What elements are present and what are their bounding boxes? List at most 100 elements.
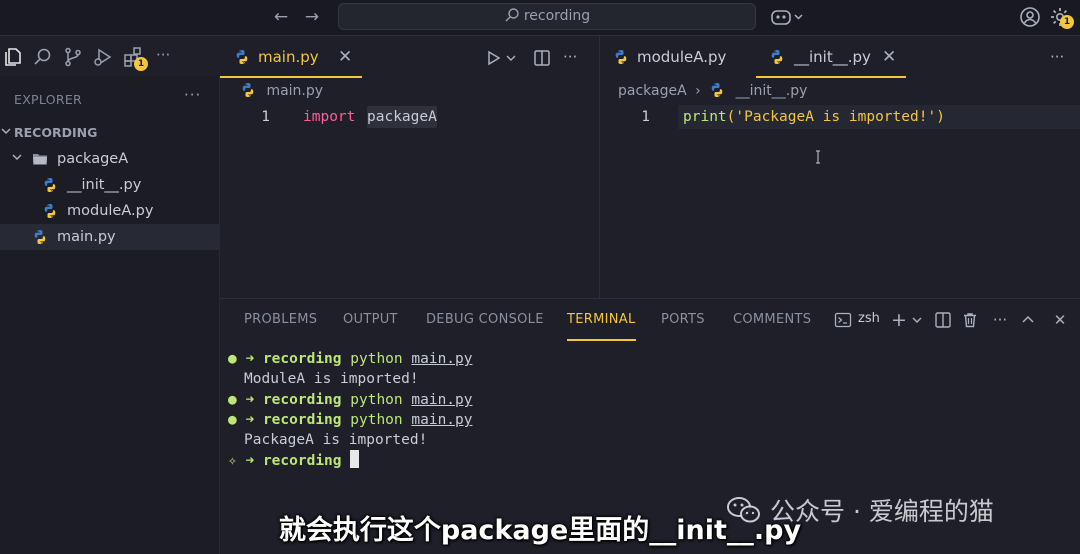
tab-modulea-py[interactable]: moduleA.py	[600, 36, 750, 78]
command-arg[interactable]: main.py	[411, 351, 472, 367]
breadcrumb-file[interactable]: main.py	[266, 83, 323, 99]
tab-comments[interactable]: COMMENTS	[733, 299, 811, 341]
back-arrow-icon[interactable]: ←	[270, 7, 292, 27]
close-icon[interactable]: ✕	[338, 36, 352, 78]
tab-terminal[interactable]: TERMINAL	[567, 299, 636, 341]
title-bar: ← → recording 1	[0, 0, 1080, 36]
chevron-down-icon	[1, 120, 11, 146]
activity-bar: 1 ···	[0, 36, 220, 76]
close-panel-icon[interactable]: ✕	[1051, 311, 1069, 329]
tree-label: main.py	[57, 229, 116, 245]
prompt-arrow-icon: ➜	[245, 351, 255, 367]
maximize-panel-chevron-up-icon[interactable]	[1019, 311, 1037, 329]
split-terminal-icon[interactable]	[934, 311, 952, 329]
command: python	[350, 412, 403, 428]
command-arg[interactable]: main.py	[411, 412, 472, 428]
command: python	[350, 351, 403, 367]
terminal-cursor	[350, 450, 360, 468]
prompt-dir: recording	[262, 453, 342, 469]
run-debug-icon[interactable]	[92, 46, 114, 68]
line-number: 1	[641, 109, 650, 125]
tab-init-py[interactable]: __init__.py ✕	[756, 36, 906, 78]
breadcrumb: packageA › __init__.py	[618, 82, 807, 102]
editor-tabbar: moduleA.py __init__.py ✕ ···	[600, 36, 1080, 78]
terminal-line: ● ➜ recording python main.py	[228, 349, 472, 369]
new-terminal-plus-icon[interactable]: +	[890, 311, 908, 330]
code-keyword: import	[303, 109, 356, 125]
code-identifier: packageA	[367, 106, 437, 128]
tree-file-main[interactable]: main.py	[0, 224, 219, 250]
success-dot-icon: ●	[228, 351, 237, 367]
command-center-search[interactable]: recording	[338, 3, 756, 30]
prompt-arrow-icon: ➜	[245, 412, 255, 428]
explorer-files-icon[interactable]	[2, 46, 24, 68]
python-file-icon	[42, 177, 58, 193]
python-file-icon	[709, 82, 725, 98]
python-file-icon	[42, 203, 58, 219]
terminal-output: PackageA is imported!	[244, 432, 428, 448]
breadcrumb-separator-icon: ›	[695, 83, 701, 99]
explorer-more-icon[interactable]: ···	[184, 86, 201, 104]
run-file-icon[interactable]	[485, 49, 503, 67]
python-file-icon	[613, 49, 629, 65]
source-control-icon[interactable]	[62, 46, 84, 68]
success-dot-icon: ●	[228, 412, 237, 428]
prompt-arrow-icon: ➜	[245, 453, 255, 469]
python-file-icon	[769, 49, 785, 65]
python-file-icon	[234, 49, 250, 65]
code-paren-close: )	[936, 109, 945, 125]
editor-group-right: moduleA.py __init__.py ✕ ··· packageA › …	[600, 36, 1080, 298]
line-number: 1	[261, 109, 270, 125]
workspace-root[interactable]: RECORDING	[0, 120, 219, 146]
tree-folder-packagea[interactable]: packageA	[0, 146, 219, 172]
more-actions-icon[interactable]: ···	[991, 311, 1009, 329]
close-icon[interactable]: ✕	[882, 36, 896, 78]
search-sidebar-icon[interactable]	[32, 46, 54, 68]
split-editor-icon[interactable]	[533, 49, 551, 67]
tab-debug-console[interactable]: DEBUG CONSOLE	[426, 299, 544, 341]
breadcrumb: main.py	[240, 82, 323, 102]
trash-icon[interactable]	[961, 311, 979, 329]
search-text: recording	[523, 8, 591, 24]
copilot-menu[interactable]	[770, 7, 810, 27]
code-function: print	[683, 109, 727, 125]
extensions-badge: 1	[134, 57, 148, 71]
prompt-dir: recording	[262, 412, 342, 428]
video-subtitle: 就会执行这个package里面的__init__.py	[278, 515, 802, 546]
explorer-title: EXPLORER	[14, 92, 83, 107]
prompt-dir: recording	[262, 351, 342, 367]
settings-badge: 1	[1060, 15, 1074, 29]
more-actions-icon[interactable]: ···	[1050, 49, 1068, 67]
sparkle-icon: ✧	[228, 453, 237, 469]
shell-name[interactable]: zsh	[858, 311, 880, 326]
breadcrumb-folder[interactable]: packageA	[618, 83, 687, 99]
tree-file-init[interactable]: __init__.py	[0, 172, 219, 198]
command-arg[interactable]: main.py	[411, 392, 472, 408]
tab-problems[interactable]: PROBLEMS	[244, 299, 317, 341]
more-actions-icon[interactable]: ···	[563, 49, 581, 67]
editor-group-left: main.py ✕ ··· main.py 1 import packageA	[220, 36, 600, 298]
tree-file-modulea[interactable]: moduleA.py	[0, 198, 219, 224]
breadcrumb-file[interactable]: __init__.py	[736, 83, 808, 99]
terminal-output: ModuleA is imported!	[244, 371, 419, 387]
success-dot-icon: ●	[228, 392, 237, 408]
more-views-icon[interactable]: ···	[156, 46, 178, 68]
code-line-1[interactable]: 1 import packageA	[240, 106, 590, 128]
terminal-line[interactable]: ✧ ➜ recording	[228, 450, 360, 470]
python-file-icon	[240, 82, 256, 98]
search-icon	[505, 8, 519, 22]
tree-label: packageA	[57, 151, 129, 167]
python-file-icon	[32, 229, 48, 245]
code-line-1[interactable]: 1 print('PackageA is imported!')	[620, 106, 1070, 128]
terminal-line: ● ➜ recording python main.py	[228, 390, 472, 410]
tab-label: main.py	[258, 48, 319, 66]
chevron-down-icon[interactable]	[505, 49, 523, 67]
tab-output[interactable]: OUTPUT	[343, 299, 398, 341]
terminal-shell-icon[interactable]	[834, 311, 852, 329]
chevron-down-icon[interactable]	[908, 311, 926, 329]
forward-arrow-icon[interactable]: →	[301, 7, 323, 27]
tab-main-py[interactable]: main.py ✕	[220, 36, 362, 78]
prompt-arrow-icon: ➜	[245, 392, 255, 408]
account-icon[interactable]	[1018, 5, 1042, 29]
tab-ports[interactable]: PORTS	[661, 299, 705, 341]
